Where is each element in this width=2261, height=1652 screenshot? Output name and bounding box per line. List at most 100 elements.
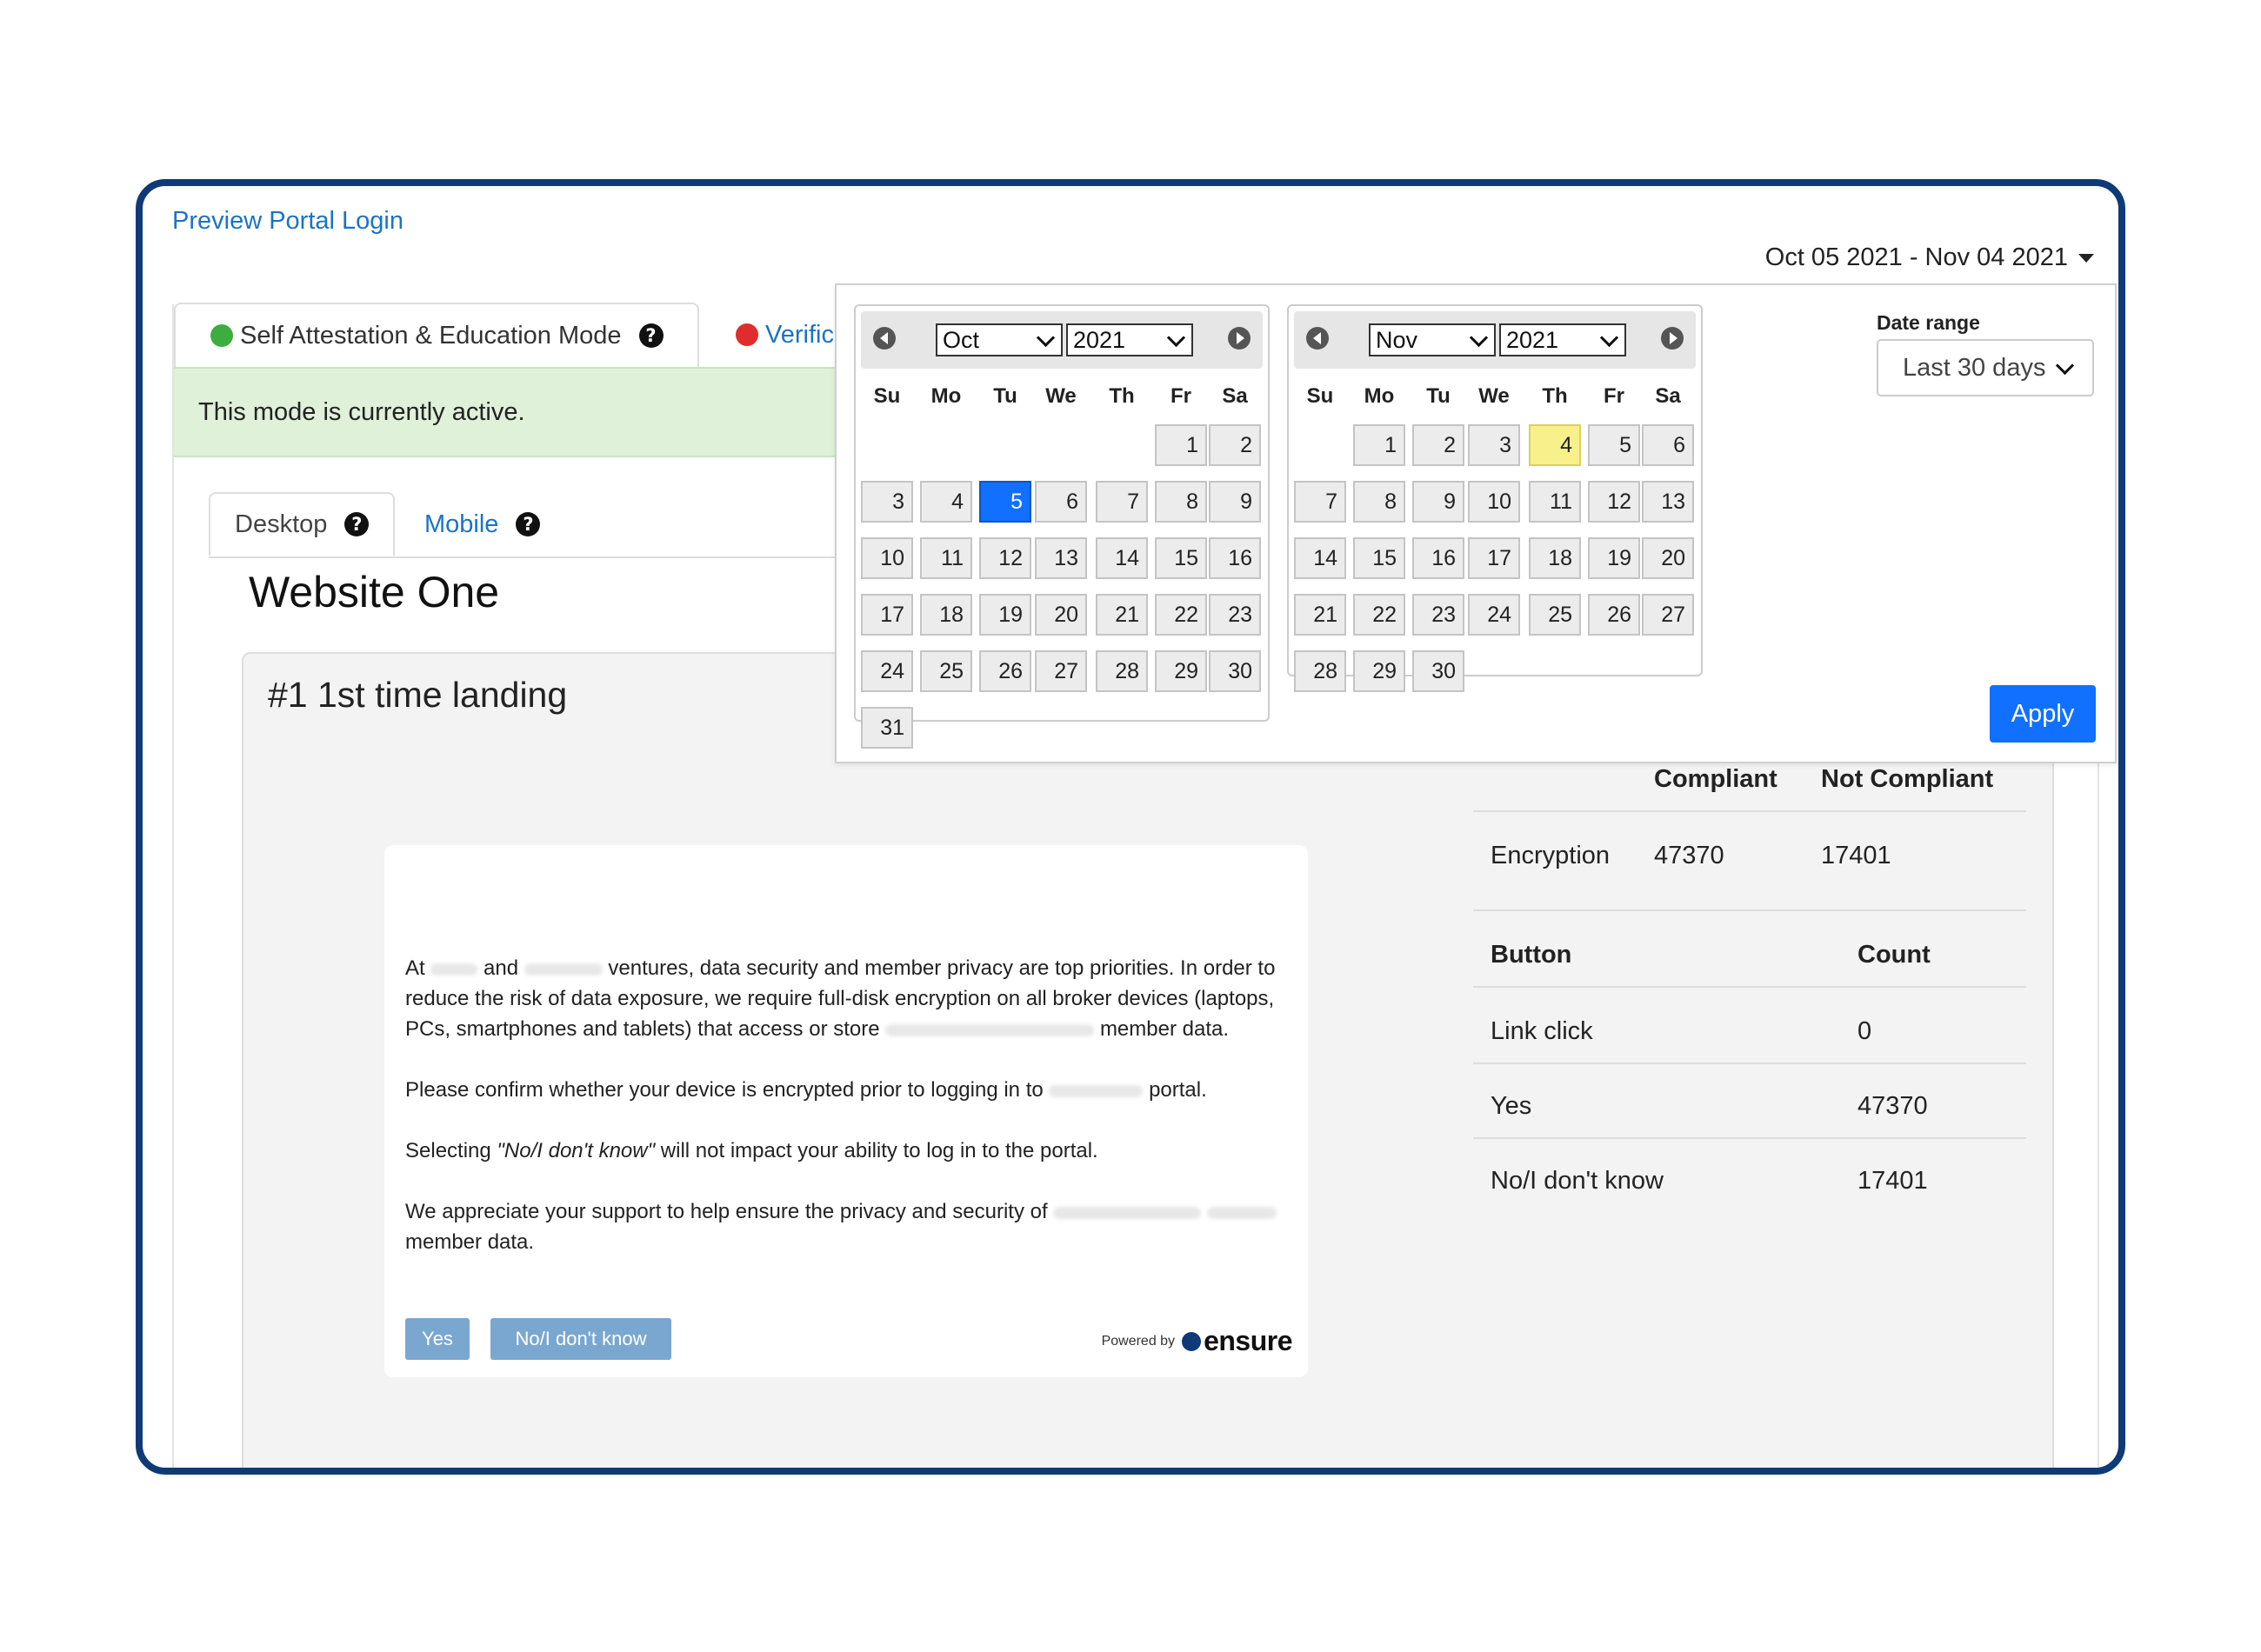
calendar-day[interactable]: 27 [1642,594,1694,636]
date-range-toggle[interactable]: Oct 05 2021 - Nov 04 2021 [1765,243,2094,272]
calendar-day[interactable]: 8 [1353,481,1405,523]
circle-arrow-left-icon[interactable] [873,327,896,350]
calendar-day[interactable]: 4 [920,481,972,523]
ensure-logo: ensure [1182,1325,1292,1357]
calendar-day[interactable]: 29 [1353,650,1405,692]
calendar-day[interactable]: 19 [1588,537,1640,579]
calendar-day[interactable]: 14 [1294,537,1346,579]
no-dont-know-button[interactable]: No/I don't know [490,1318,671,1360]
calendar-day[interactable]: 8 [1155,481,1207,523]
calendar-day[interactable]: 10 [861,537,913,579]
calendar-day[interactable]: 13 [1035,537,1087,579]
date-range-select[interactable]: Last 30 days [1877,339,2094,396]
circle-arrow-right-icon[interactable] [1661,327,1684,350]
circle-arrow-right-icon[interactable] [1228,327,1251,350]
prompt-text: and [484,956,519,980]
calendar-day[interactable]: 20 [1035,594,1087,636]
calendar-day[interactable]: 21 [1294,594,1346,636]
divider [1473,986,2026,988]
calendar-day[interactable]: 2 [1209,424,1261,466]
calendar-day[interactable]: 12 [979,537,1031,579]
calendar-day[interactable]: 18 [920,594,972,636]
calendar-day[interactable]: 22 [1155,594,1207,636]
year-select[interactable]: 2021 [1499,323,1626,356]
calendar-day[interactable]: 11 [1529,481,1581,523]
tab-desktop[interactable]: Desktop ? [209,492,395,556]
calendar-day[interactable]: 16 [1412,537,1464,579]
calendar-day[interactable]: 18 [1529,537,1581,579]
calendar-day[interactable]: 7 [1096,481,1148,523]
calendar-day[interactable]: 20 [1642,537,1694,579]
date-range-summary: Oct 05 2021 - Nov 04 2021 [1764,243,2068,271]
calendar-day[interactable]: 9 [1209,481,1261,523]
calendar-day[interactable]: 15 [1353,537,1405,579]
chevron-down-icon [2055,356,2075,375]
apply-button[interactable]: Apply [1990,685,2096,743]
calendar-day[interactable]: 21 [1096,594,1148,636]
calendar-day[interactable]: 17 [861,594,913,636]
calendar-day[interactable]: 28 [1294,650,1346,692]
calendar-day[interactable]: 3 [861,481,913,523]
calendar-header: Oct 2021 [861,311,1263,369]
yes-button[interactable]: Yes [405,1318,470,1360]
prompt-text: portal. [1149,1078,1207,1102]
calendar-day[interactable]: 24 [1468,594,1520,636]
calendar-day[interactable]: 28 [1096,650,1148,692]
calendar-day[interactable]: 13 [1642,481,1694,523]
month-select[interactable]: Oct [936,323,1063,356]
circle-arrow-left-icon[interactable] [1306,327,1329,350]
tab-mobile-label: Mobile [424,510,499,538]
calendar-day[interactable]: 25 [920,650,972,692]
calendar-day[interactable]: 19 [979,594,1031,636]
weekday-header: Su [1306,384,1334,408]
chevron-down-icon [1599,328,1619,347]
calendar-day[interactable]: 17 [1468,537,1520,579]
calendar-day[interactable]: 4 [1529,424,1581,466]
calendar-day[interactable]: 23 [1412,594,1464,636]
button-row-count: 47370 [1857,1092,1928,1120]
calendar-day[interactable]: 27 [1035,650,1087,692]
help-icon[interactable]: ? [516,512,541,536]
weekday-header: We [1478,384,1510,408]
calendar-day[interactable]: 31 [861,707,913,749]
calendar-day[interactable]: 6 [1642,424,1694,466]
calendar-day[interactable]: 6 [1035,481,1087,523]
calendar-day[interactable]: 11 [920,537,972,579]
weekday-header: Fr [1171,384,1191,408]
calendar-day[interactable]: 12 [1588,481,1640,523]
calendar-day[interactable]: 2 [1412,424,1464,466]
calendar-day[interactable]: 30 [1209,650,1261,692]
calendar-day[interactable]: 24 [861,650,913,692]
calendar-day[interactable]: 14 [1096,537,1148,579]
calendar-day[interactable]: 26 [1588,594,1640,636]
calendar-day[interactable]: 22 [1353,594,1405,636]
calendar-day[interactable]: 16 [1209,537,1261,579]
calendar-day[interactable]: 1 [1353,424,1405,466]
month-select[interactable]: Nov [1369,323,1496,356]
calendar-day[interactable]: 29 [1155,650,1207,692]
tab-self-attestation[interactable]: Self Attestation & Education Mode ? [174,303,699,367]
calendar-day[interactable]: 23 [1209,594,1261,636]
preview-portal-login-link[interactable]: Preview Portal Login [172,207,404,236]
calendar-day[interactable]: 25 [1529,594,1581,636]
calendar-day[interactable]: 5 [1588,424,1640,466]
calendar-day[interactable]: 5 [979,481,1031,523]
calendar-day[interactable]: 15 [1155,537,1207,579]
calendar-day[interactable]: 9 [1412,481,1464,523]
help-icon[interactable]: ? [638,323,664,348]
prompt-text: Please confirm whether your device is en… [405,1078,1044,1102]
calendar-day[interactable]: 26 [979,650,1031,692]
year-select[interactable]: 2021 [1066,323,1193,356]
calendar-november: Nov 2021 Su Mo Tu We Th Fr Sa 1 2 3 4 5 6 7 8 9 10 11 12 13… [1287,304,1703,692]
help-icon[interactable]: ? [344,512,370,536]
row-label-encryption: Encryption [1491,842,1611,869]
prompt-text: At [405,956,425,980]
calendar-day[interactable]: 3 [1468,424,1520,466]
calendar-day[interactable]: 1 [1155,424,1207,466]
tab-verification[interactable]: Verific [736,303,834,367]
col-header-not-compliant: Not Compliant [1821,765,1994,793]
calendar-day[interactable]: 10 [1468,481,1520,523]
tab-mobile[interactable]: Mobile ? [424,492,541,556]
calendar-day[interactable]: 30 [1412,650,1464,692]
calendar-day[interactable]: 7 [1294,481,1346,523]
